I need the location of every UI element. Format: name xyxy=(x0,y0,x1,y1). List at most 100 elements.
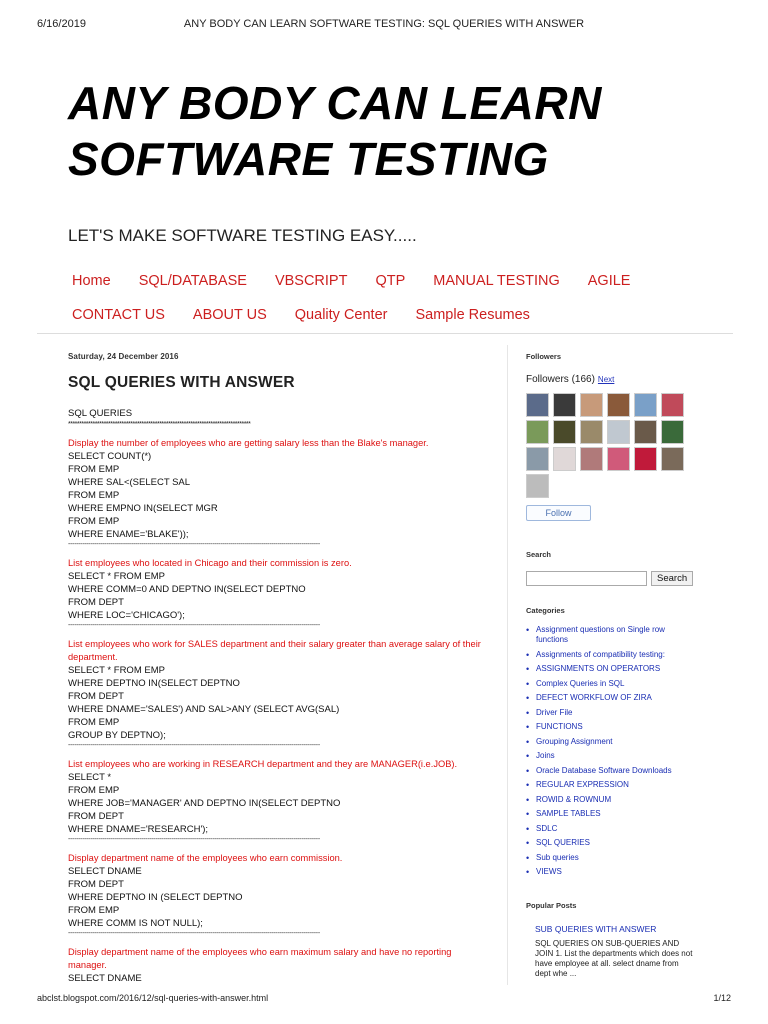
follower-avatars xyxy=(526,393,686,498)
popular-posts-title: Popular Posts xyxy=(526,901,577,910)
popular-post-link[interactable]: SUB QUERIES WITH ANSWER xyxy=(535,924,716,934)
post-title[interactable]: SQL QUERIES WITH ANSWER xyxy=(68,374,488,392)
sql-line: FROM EMP xyxy=(68,785,120,796)
sql-line: FROM DEPT xyxy=(68,879,124,890)
post-date: Saturday, 24 December 2016 xyxy=(68,352,179,361)
search-input[interactable] xyxy=(526,571,647,586)
question-text: Display department name of the employees… xyxy=(68,947,452,970)
sql-line: GROUP BY DEPTNO); xyxy=(68,730,166,741)
followers-next-link[interactable]: Next xyxy=(598,375,614,384)
blog-description: LET'S MAKE SOFTWARE TESTING EASY..... xyxy=(68,226,417,245)
nav-row-2: CONTACT US ABOUT US Quality Center Sample R… xyxy=(60,298,740,332)
category-link[interactable]: FUNCTIONS xyxy=(526,722,686,732)
category-link[interactable]: Complex Queries in SQL xyxy=(526,679,686,689)
nav-link-quality-center[interactable]: Quality Center xyxy=(295,307,388,323)
follower-avatar[interactable] xyxy=(526,474,549,498)
nav-link-home[interactable]: Home xyxy=(72,273,111,289)
category-link[interactable]: Sub queries xyxy=(526,853,686,863)
dash-separator: ----------------------------------------… xyxy=(68,836,320,843)
category-link[interactable]: Driver File xyxy=(526,708,686,718)
sidebar: Followers Followers (166) Next Follow Sea… xyxy=(526,352,716,979)
follower-avatar[interactable] xyxy=(607,393,630,417)
print-page-number: 1/12 xyxy=(713,993,731,1003)
sql-line: FROM EMP xyxy=(68,464,120,475)
question-text: Display the number of employees who are … xyxy=(68,438,429,448)
nav-link-about-us[interactable]: ABOUT US xyxy=(193,307,267,323)
follower-avatar[interactable] xyxy=(553,447,576,471)
category-link[interactable]: Assignment questions on Single row funct… xyxy=(526,625,686,645)
sql-line: SELECT * FROM EMP xyxy=(68,571,165,582)
follower-avatar[interactable] xyxy=(634,393,657,417)
sql-line: WHERE JOB='MANAGER' AND DEPTNO IN(SELECT… xyxy=(68,798,341,809)
sql-line: WHERE SAL<(SELECT SAL xyxy=(68,477,191,488)
follower-avatar[interactable] xyxy=(634,447,657,471)
sql-line: FROM EMP xyxy=(68,717,120,728)
follow-button[interactable]: Follow xyxy=(526,505,591,521)
nav-link-manual-testing[interactable]: MANUAL TESTING xyxy=(433,273,560,289)
nav-link-vbscript[interactable]: VBSCRIPT xyxy=(275,273,348,289)
star-divider: ****************************************… xyxy=(68,421,251,428)
category-link[interactable]: Joins xyxy=(526,751,686,761)
category-link[interactable]: SDLC xyxy=(526,824,686,834)
follower-avatar[interactable] xyxy=(661,393,684,417)
sql-line: WHERE DEPTNO IN(SELECT DEPTNO xyxy=(68,678,240,689)
follower-avatar[interactable] xyxy=(526,447,549,471)
follower-avatar[interactable] xyxy=(580,447,603,471)
follower-avatar[interactable] xyxy=(553,393,576,417)
question-text: Display department name of the employees… xyxy=(68,853,343,863)
follower-avatar[interactable] xyxy=(661,447,684,471)
category-link[interactable]: Assignments of compatibility testing: xyxy=(526,650,686,660)
follower-avatar[interactable] xyxy=(634,420,657,444)
popular-post-snippet: SQL QUERIES ON SUB-QUERIES AND JOIN 1. L… xyxy=(535,939,693,978)
category-link[interactable]: SQL QUERIES xyxy=(526,838,686,848)
followers-count-label: Followers (166) xyxy=(526,374,595,385)
category-link[interactable]: ASSIGNMENTS ON OPERATORS xyxy=(526,664,686,674)
category-link[interactable]: ROWID & ROWNUM xyxy=(526,795,686,805)
follower-avatar[interactable] xyxy=(661,420,684,444)
followers-title: Followers xyxy=(526,352,562,361)
category-link[interactable]: Grouping Assignment xyxy=(526,737,686,747)
sql-line: SELECT DNAME xyxy=(68,866,142,877)
follower-avatar[interactable] xyxy=(607,447,630,471)
nav-link-sample-resumes[interactable]: Sample Resumes xyxy=(415,307,529,323)
question-text: List employees who work for SALES depart… xyxy=(68,639,481,662)
follower-avatar[interactable] xyxy=(526,420,549,444)
search-button[interactable]: Search xyxy=(651,571,694,586)
category-link[interactable]: Oracle Database Software Downloads xyxy=(526,766,686,776)
dash-separator: ----------------------------------------… xyxy=(68,622,320,629)
sql-line: FROM DEPT xyxy=(68,597,124,608)
print-title: ANY BODY CAN LEARN SOFTWARE TESTING: SQL… xyxy=(183,18,585,30)
sql-line: WHERE DEPTNO IN (SELECT DEPTNO xyxy=(68,892,243,903)
follower-avatar[interactable] xyxy=(526,393,549,417)
follower-avatar[interactable] xyxy=(607,420,630,444)
sql-line: FROM EMP xyxy=(68,905,120,916)
dash-separator: ----------------------------------------… xyxy=(68,742,320,749)
sql-line: WHERE EMPNO IN(SELECT MGR xyxy=(68,503,218,514)
post: Saturday, 24 December 2016 SQL QUERIES W… xyxy=(68,352,488,985)
main-nav: Home SQL/DATABASE VBSCRIPT QTP MANUAL TESTIN… xyxy=(60,264,740,332)
followers-count: Followers (166) Next xyxy=(526,374,716,385)
sql-line: SELECT DNAME xyxy=(68,973,142,984)
sql-line: WHERE DNAME='RESEARCH'); xyxy=(68,824,209,835)
nav-link-agile[interactable]: AGILE xyxy=(588,273,631,289)
sql-line: SELECT * FROM EMP xyxy=(68,665,165,676)
follower-avatar[interactable] xyxy=(553,420,576,444)
sql-line: WHERE DNAME='SALES') AND SAL>ANY (SELECT… xyxy=(68,704,340,715)
nav-link-qtp[interactable]: QTP xyxy=(375,273,405,289)
question-text: List employees who are working in RESEAR… xyxy=(68,759,458,769)
blog-title[interactable]: ANY BODY CAN LEARN SOFTWARE TESTING xyxy=(68,75,708,187)
nav-link-contact-us[interactable]: CONTACT US xyxy=(72,307,165,323)
follower-avatar[interactable] xyxy=(580,420,603,444)
category-link[interactable]: DEFECT WORKFLOW OF ZIRA xyxy=(526,693,686,703)
follower-avatar[interactable] xyxy=(580,393,603,417)
categories-title: Categories xyxy=(526,606,565,615)
category-link[interactable]: SAMPLE TABLES xyxy=(526,809,686,819)
sql-line: WHERE LOC='CHICAGO'); xyxy=(68,610,185,621)
nav-link-sql-database[interactable]: SQL/DATABASE xyxy=(139,273,247,289)
print-url: abclst.blogspot.com/2016/12/sql-queries-… xyxy=(37,993,269,1003)
sidebar-divider xyxy=(507,345,508,985)
category-link[interactable]: VIEWS xyxy=(526,867,686,877)
sql-line: FROM DEPT xyxy=(68,691,124,702)
sql-line: FROM DEPT xyxy=(68,811,124,822)
category-link[interactable]: REGULAR EXPRESSION xyxy=(526,780,686,790)
